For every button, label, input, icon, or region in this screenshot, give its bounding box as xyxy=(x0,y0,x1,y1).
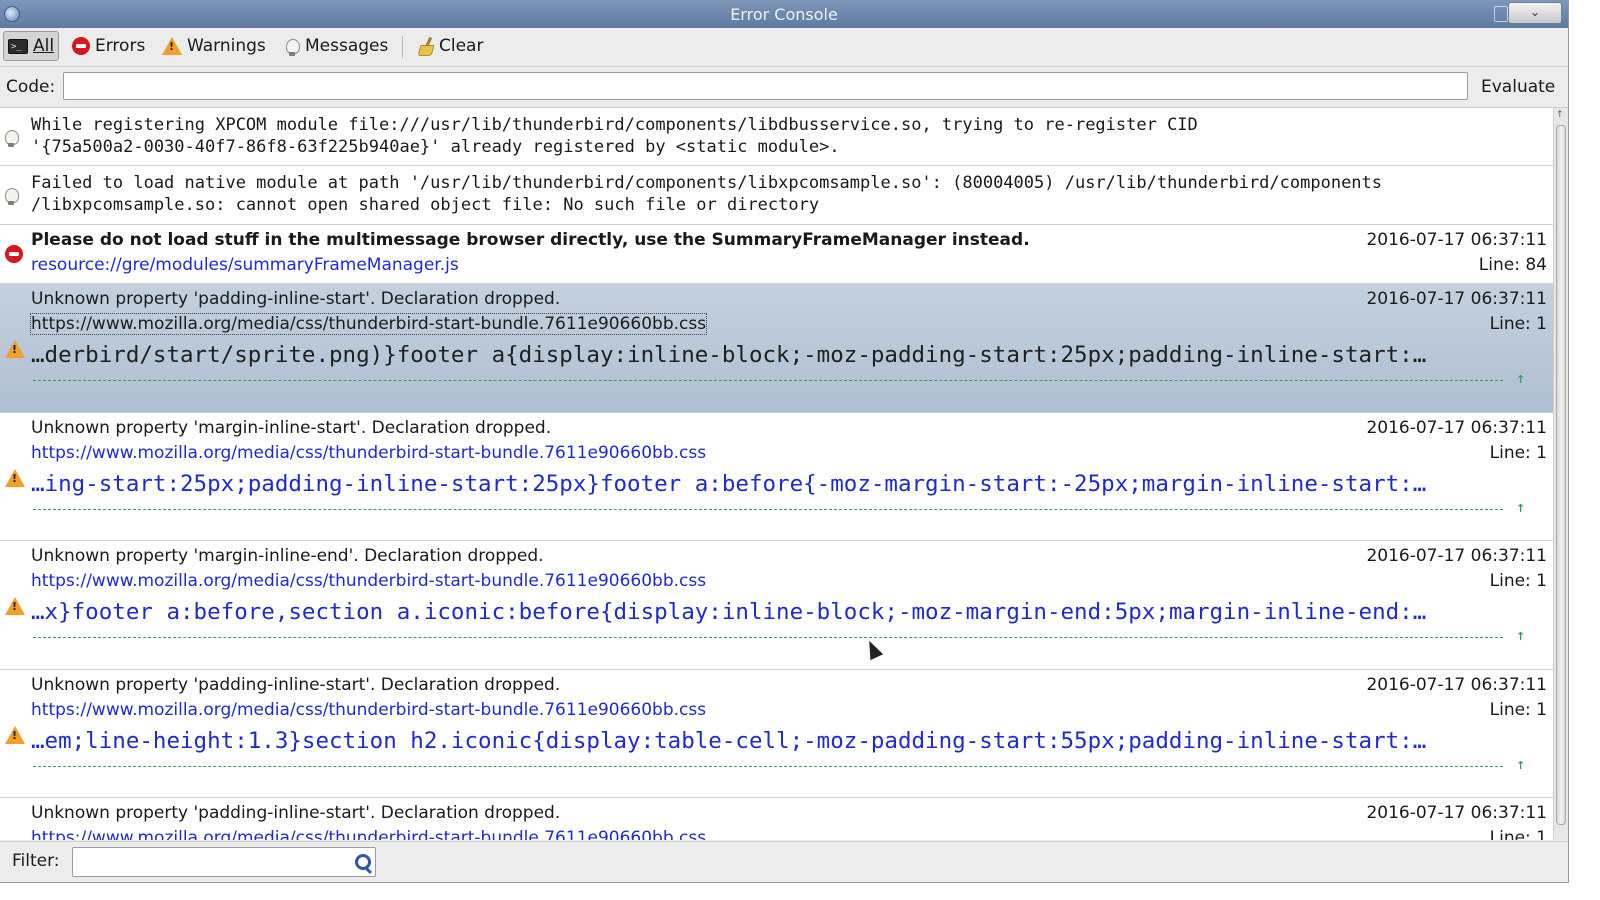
warnings-label: Warnings xyxy=(187,36,266,56)
entry-message-line2: /libxpcomsample.so: cannot open shared o… xyxy=(31,195,820,215)
entry-timestamp: 2016-07-17 06:37:11 xyxy=(1366,289,1547,309)
entry-source-link[interactable]: https://www.mozilla.org/media/css/thunde… xyxy=(29,313,708,335)
console-entry[interactable]: Please do not load stuff in the multimes… xyxy=(0,225,1553,284)
entry-line-number: Line: 84 xyxy=(1478,255,1547,275)
entry-timestamp: 2016-07-17 06:37:11 xyxy=(1366,418,1547,438)
snippet-marker: ↑ xyxy=(1516,759,1526,772)
errors-label: Errors xyxy=(95,36,146,56)
warning-mark: ! xyxy=(12,472,18,485)
lightbulb-icon xyxy=(5,130,19,147)
scroll-up-arrow[interactable]: ↑ xyxy=(1556,110,1564,120)
entry-line-number: Line: 1 xyxy=(1489,700,1547,720)
entry-source-link[interactable]: https://www.mozilla.org/media/css/thunde… xyxy=(31,700,706,720)
error-icon xyxy=(72,37,90,55)
errors-button[interactable]: Errors xyxy=(68,31,149,61)
messages-button[interactable]: Messages xyxy=(282,31,392,61)
restore-button[interactable] xyxy=(1494,6,1508,22)
entry-message: While registering XPCOM module file:///u… xyxy=(31,114,1198,158)
entry-timestamp: 2016-07-17 06:37:11 xyxy=(1366,546,1547,566)
toolbar: >_ All Errors ! Warnings Messages Clear xyxy=(0,28,1568,67)
scrollbar-thumb[interactable] xyxy=(1556,125,1566,825)
entry-code-snippet: …derbird/start/sprite.png)}footer a{disp… xyxy=(31,342,1427,368)
code-bar: Code: Evaluate xyxy=(0,67,1568,108)
warning-icon: ! xyxy=(5,597,25,615)
filter-input[interactable] xyxy=(72,847,376,877)
vertical-scrollbar[interactable]: ↑ xyxy=(1553,108,1568,840)
entry-timestamp: 2016-07-17 06:37:11 xyxy=(1366,803,1547,823)
all-button[interactable]: >_ All xyxy=(3,31,60,61)
entry-message: Failed to load native module at path '/u… xyxy=(31,172,1382,216)
entry-line-number: Line: 1 xyxy=(1489,314,1547,334)
title-bar: Error Console ⌄ xyxy=(0,0,1568,28)
error-icon xyxy=(5,245,23,263)
entry-message: Unknown property 'padding-inline-start'.… xyxy=(31,289,561,309)
entry-message: Unknown property 'padding-inline-start'.… xyxy=(31,803,561,823)
entry-code-snippet: …ing-start:25px;padding-inline-start:25p… xyxy=(31,471,1427,497)
entry-timestamp: 2016-07-17 06:37:11 xyxy=(1366,230,1547,250)
console-entry[interactable]: Unknown property 'padding-inline-start'.… xyxy=(0,798,1553,840)
console-entry[interactable]: Failed to load native module at path '/u… xyxy=(0,166,1553,225)
terminal-icon: >_ xyxy=(8,38,28,54)
snippet-underline xyxy=(33,637,1503,638)
console-entry[interactable]: ! Unknown property 'margin-inline-end'. … xyxy=(0,541,1553,670)
console-entry[interactable]: While registering XPCOM module file:///u… xyxy=(0,108,1553,166)
entry-message: Please do not load stuff in the multimes… xyxy=(31,230,1030,250)
entry-source-link[interactable]: resource://gre/modules/summaryFrameManag… xyxy=(31,255,459,275)
entry-line-number: Line: 1 xyxy=(1489,443,1547,463)
entry-message: Unknown property 'margin-inline-end'. De… xyxy=(31,546,544,566)
all-label: All xyxy=(33,36,55,56)
entry-message: Unknown property 'margin-inline-start'. … xyxy=(31,418,552,438)
broom-icon xyxy=(418,37,434,55)
search-icon[interactable] xyxy=(355,854,371,870)
warning-mark: ! xyxy=(12,343,18,356)
lightbulb-icon xyxy=(5,188,19,205)
entry-source-link[interactable]: https://www.mozilla.org/media/css/thunde… xyxy=(31,571,706,591)
evaluate-button[interactable]: Evaluate xyxy=(1481,77,1555,97)
entry-line-number: Line: 1 xyxy=(1489,571,1547,591)
entry-code-snippet: …x}footer a:before,section a.iconic:befo… xyxy=(31,599,1427,625)
warning-icon: ! xyxy=(5,726,25,744)
lightbulb-icon xyxy=(286,38,300,56)
window-title: Error Console xyxy=(730,5,838,24)
warning-icon: ! xyxy=(162,37,182,55)
warning-mark: ! xyxy=(169,40,175,53)
code-label: Code: xyxy=(6,77,56,97)
warning-mark: ! xyxy=(12,729,18,742)
snippet-underline xyxy=(33,380,1503,381)
warning-icon: ! xyxy=(5,469,25,487)
entry-source-link[interactable]: https://www.mozilla.org/media/css/thunde… xyxy=(31,443,706,463)
entry-line-number: Line: 1 xyxy=(1489,828,1547,840)
warning-icon: ! xyxy=(5,340,25,358)
snippet-underline xyxy=(33,509,1503,510)
clear-button[interactable]: Clear xyxy=(414,31,487,61)
console-entry-selected[interactable]: ! Unknown property 'padding-inline-start… xyxy=(0,284,1553,413)
error-console-window: Error Console ⌄ >_ All Errors ! Warnings… xyxy=(0,0,1569,883)
console-entry[interactable]: ! Unknown property 'padding-inline-start… xyxy=(0,670,1553,798)
filter-label: Filter: xyxy=(12,851,60,871)
snippet-marker: ↑ xyxy=(1516,373,1526,386)
warnings-button[interactable]: ! Warnings xyxy=(158,31,270,61)
snippet-marker: ↑ xyxy=(1516,502,1526,515)
entry-message: Unknown property 'padding-inline-start'.… xyxy=(31,675,561,695)
filter-bar: Filter: xyxy=(0,841,1568,882)
console-message-list[interactable]: While registering XPCOM module file:///u… xyxy=(0,108,1553,840)
code-input[interactable] xyxy=(63,72,1468,100)
clear-label: Clear xyxy=(439,36,484,56)
snippet-marker: ↑ xyxy=(1516,630,1526,643)
warning-mark: ! xyxy=(12,600,18,613)
snippet-underline xyxy=(33,766,1503,767)
toolbar-separator xyxy=(402,36,403,58)
console-entry[interactable]: ! Unknown property 'margin-inline-start'… xyxy=(0,413,1553,541)
messages-label: Messages xyxy=(305,36,389,56)
entry-message-line2: '{75a500a2-0030-40f7-86f8-63f225b940ae}'… xyxy=(31,137,840,157)
entry-source-link[interactable]: https://www.mozilla.org/media/css/thunde… xyxy=(31,828,706,840)
window-menu-button[interactable]: ⌄ xyxy=(1508,2,1562,24)
entry-code-snippet: …em;line-height:1.3}section h2.iconic{di… xyxy=(31,728,1427,754)
entry-message-line1: While registering XPCOM module file:///u… xyxy=(31,115,1198,135)
entry-message-line1: Failed to load native module at path '/u… xyxy=(31,173,1383,193)
entry-timestamp: 2016-07-17 06:37:11 xyxy=(1366,675,1547,695)
